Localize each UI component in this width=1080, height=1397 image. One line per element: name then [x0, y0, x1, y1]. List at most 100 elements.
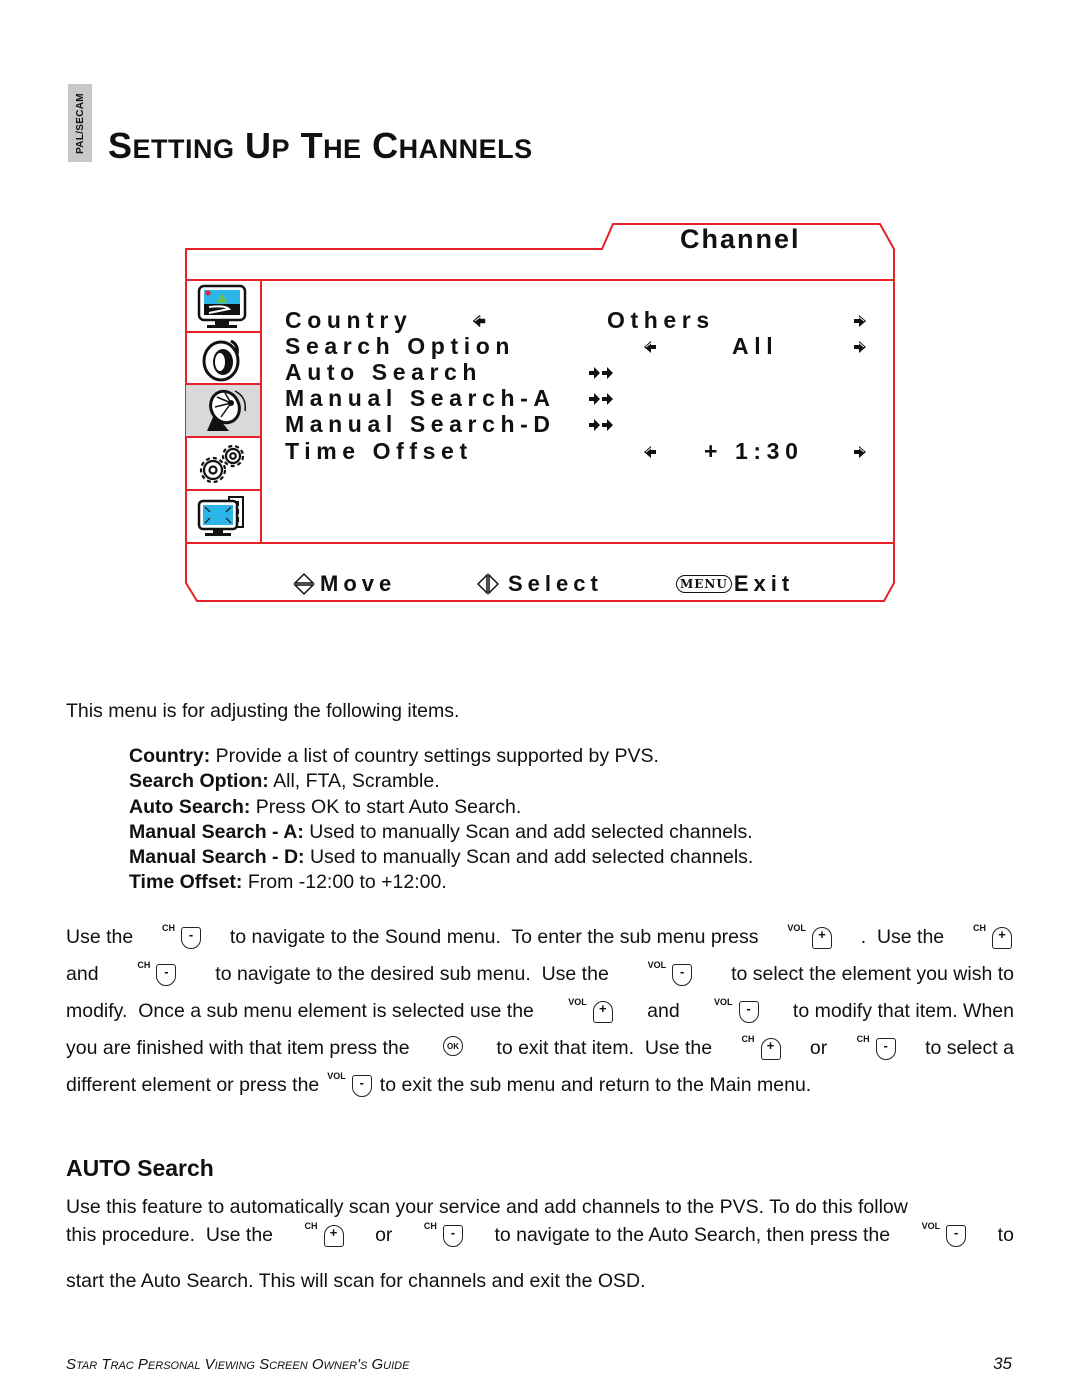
menu-item-manual-search-d[interactable]: Manual Search-D	[285, 411, 556, 438]
definition-text: Used to manually Scan and add selected c…	[303, 820, 753, 843]
move-label: Move	[320, 571, 397, 596]
key-label: VOL	[787, 923, 806, 933]
instruction-text: you are finished with that item press th…	[66, 1037, 410, 1059]
instruction-text: this procedure. Use the	[66, 1224, 274, 1246]
definition-item: Search Option: All, FTA, Scramble.	[129, 769, 753, 794]
right-arrow-icon[interactable]	[853, 445, 867, 459]
auto-search-text: Use this feature to automatically scan y…	[66, 1196, 908, 1218]
sidebar-item-channel[interactable]	[186, 385, 260, 436]
sidebar-item-sound[interactable]	[186, 333, 260, 384]
select-hint: Select	[476, 571, 603, 597]
instruction-text: to navigate to the Sound menu. To enter …	[229, 926, 759, 948]
left-arrow-icon[interactable]	[472, 314, 486, 328]
key-button: -	[875, 1038, 896, 1060]
instruction-text: to select a	[925, 1037, 1014, 1059]
ch-plus-key-icon: CH +	[305, 1221, 344, 1247]
key-button: -	[156, 964, 177, 986]
key-button: -	[442, 1225, 463, 1247]
key-button: -	[738, 1001, 759, 1023]
ch-minus-key-icon: CH -	[424, 1221, 463, 1247]
exit-hint: MENU Exit	[676, 571, 794, 597]
ch-minus-key-icon: CH -	[137, 960, 177, 986]
instruction-text: to exit the sub menu and return to the M…	[379, 1074, 812, 1096]
definition-term: Country:	[129, 745, 211, 767]
instruction-line: Use the CH - to navigate to the Sound men…	[66, 923, 1014, 949]
enter-arrow-icon[interactable]	[588, 418, 614, 432]
country-value: Others	[607, 307, 715, 333]
vol-minus-key-icon: VOL -	[714, 997, 759, 1023]
intro-text: This menu is for adjusting the following…	[66, 700, 460, 722]
right-arrow-icon[interactable]	[853, 340, 867, 354]
enter-arrow-icon[interactable]	[588, 392, 614, 406]
select-label: Select	[508, 571, 603, 596]
sidebar-item-setup[interactable]	[186, 438, 260, 489]
definition-text: Provide a list of country settings suppo…	[210, 745, 659, 767]
key-button: -	[181, 927, 202, 949]
instruction-text: . Use the	[860, 926, 945, 948]
satellite-dish-icon	[207, 389, 247, 431]
key-label: CH	[972, 923, 986, 933]
sidebar-item-picture[interactable]	[186, 281, 260, 332]
definition-item: Auto Search: Press OK to start Auto Sear…	[129, 795, 753, 820]
osd-frame	[185, 223, 895, 602]
definition-item: Manual Search - D: Used to manually Scan…	[129, 845, 753, 870]
left-arrow-icon[interactable]	[643, 340, 657, 354]
key-button: +	[991, 927, 1012, 949]
definition-term: Time Offset:	[129, 871, 243, 894]
channel-osd-menu: Channel Country Search Option Auto Searc…	[0, 0, 1080, 620]
key-label: CH	[304, 1221, 318, 1231]
key-button: +	[760, 1038, 781, 1060]
ch-minus-key-icon: CH -	[857, 1034, 896, 1060]
menu-item-time-offset[interactable]: Time Offset	[285, 438, 473, 465]
screen-resize-icon	[197, 495, 244, 536]
key-button: -	[351, 1075, 372, 1097]
definition-text: Press OK to start Auto Search.	[250, 795, 522, 818]
vol-minus-key-icon: VOL -	[648, 960, 693, 986]
menu-item-manual-search-a[interactable]: Manual Search-A	[285, 385, 556, 412]
key-button: +	[323, 1225, 344, 1247]
left-right-arrow-icon	[476, 573, 500, 595]
gears-icon	[199, 444, 245, 483]
definition-item: Country: Provide a list of country setti…	[129, 744, 753, 769]
osd-title: Channel	[680, 224, 801, 254]
instruction-text: to modify that item. When	[792, 1000, 1014, 1022]
right-arrow-icon[interactable]	[853, 314, 867, 328]
page-number: 35	[993, 1354, 1012, 1373]
definition-term: Search Option:	[129, 770, 269, 793]
left-arrow-icon[interactable]	[643, 445, 657, 459]
instruction-text: modify. Once a sub menu element is selec…	[66, 1000, 534, 1022]
key-button: -	[946, 1225, 967, 1247]
instruction-text: Use the	[66, 926, 134, 948]
guide-title: Star Trac Personal Viewing Screen Owner'…	[66, 1356, 410, 1373]
definition-item: Time Offset: From -12:00 to +12:00.	[129, 870, 753, 895]
menu-item-country[interactable]: Country	[285, 307, 412, 334]
instruction-line: and CH - to navigate to the desired sub m…	[66, 960, 1014, 986]
enter-arrow-icon[interactable]	[588, 366, 614, 380]
instruction-line: modify. Once a sub menu element is selec…	[66, 997, 1014, 1023]
key-label: CH	[423, 1221, 437, 1231]
instruction-text: different element or press the	[66, 1074, 320, 1096]
menu-item-auto-search[interactable]: Auto Search	[285, 359, 482, 386]
ok-key-icon: OK	[443, 1036, 463, 1056]
definition-text: From -12:00 to +12:00.	[242, 871, 447, 894]
instruction-text: to	[997, 1224, 1014, 1246]
instruction-text: or	[809, 1037, 828, 1059]
instruction-text: to select the element you wish to	[731, 963, 1014, 985]
key-label: CH	[741, 1034, 755, 1044]
key-label: VOL	[327, 1071, 346, 1081]
definition-item: Manual Search - A: Used to manually Scan…	[129, 820, 753, 845]
sidebar-item-screen[interactable]	[186, 491, 260, 542]
definition-text: Used to manually Scan and add selected c…	[304, 846, 754, 869]
auto-search-line: this procedure. Use the CH + or CH - to na…	[66, 1221, 1014, 1247]
vol-minus-key-icon: VOL -	[922, 1221, 967, 1247]
search-option-value: All	[732, 333, 779, 359]
move-hint: Move	[292, 571, 396, 597]
definitions-list: Country: Provide a list of country setti…	[129, 744, 753, 896]
key-button: +	[811, 927, 832, 949]
instruction-text: and	[66, 963, 99, 985]
menu-item-search-option[interactable]: Search Option	[285, 333, 515, 360]
ch-plus-key-icon: CH +	[973, 923, 1012, 949]
section-heading-auto-search: AUTO Search	[66, 1155, 214, 1181]
ch-minus-key-icon: CH -	[162, 923, 202, 949]
definition-term: Auto Search:	[129, 795, 251, 818]
